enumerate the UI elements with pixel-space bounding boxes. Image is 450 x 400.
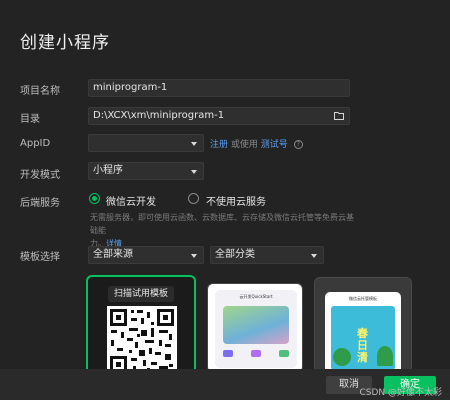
template-source-value: 全部来源 [93,249,133,260]
phone-mockup: 云开发QuickStart [215,290,297,368]
backend-description: 无需服务器，即可使用云函数、云数据库、云存储及微信云托管等免费云基础能 力。详情 [90,211,360,250]
qr-caption: 扫描试用模板 [108,286,174,302]
template-category-select[interactable]: 全部分类 [210,246,324,264]
dev-mode-label: 开发模式 [20,170,60,181]
project-name-label: 项目名称 [20,86,60,97]
radio-cloud-dev-label[interactable]: 微信云开发 [106,193,156,208]
appid-select[interactable] [88,134,204,152]
project-name-input[interactable]: miniprogram-1 [88,79,350,97]
backend-label: 后端服务 [20,198,60,209]
card3-title: 微信云托管模板 [349,296,377,301]
template-source-select[interactable]: 全部来源 [88,246,204,264]
dialog-title: 创建小程序 [20,33,110,53]
template-label: 模板选择 [20,252,60,263]
template-card-qr[interactable]: 扫描试用模板 [86,275,196,375]
card2-icon-a [223,350,233,357]
dev-mode-select[interactable]: 小程序 [88,162,204,180]
appid-label: AppID [20,138,51,149]
test-account-link[interactable]: 测试号 [261,140,288,150]
dev-mode-value: 小程序 [93,165,123,176]
chevron-down-icon [191,254,197,258]
card2-title: 云开发QuickStart [239,294,273,299]
radio-cloud-dev[interactable] [89,193,100,204]
radio-no-cloud-label[interactable]: 不使用云服务 [206,193,266,208]
radio-no-cloud[interactable] [188,193,199,204]
chevron-down-icon [311,254,317,258]
appid-or-text: 或使用 [230,140,258,150]
template-category-value: 全部分类 [215,249,255,260]
card3-banner-art: 春日清 [357,327,368,364]
directory-value: D:\XCX\xm\miniprogram-1 [93,110,225,121]
backend-desc-line1: 无需服务器，即可使用云函数、云数据库、云存储及微信云托管等免费云基础能 [90,213,354,235]
appid-hint: 注册 或使用 测试号 ? [210,137,303,150]
chevron-down-icon [191,142,197,146]
card3-leaf [333,348,351,366]
help-icon[interactable]: ? [293,140,303,149]
qr-code-icon [107,306,177,373]
template-card-cloudrun[interactable]: 微信云托管模板 春日清 [314,277,412,373]
directory-input[interactable]: D:\XCX\xm\miniprogram-1 [88,107,350,125]
card2-banner-image [223,306,289,344]
directory-label: 目录 [20,114,40,125]
chevron-down-icon [191,170,197,174]
watermark-text: CSDN @好像不太彩 [359,388,442,398]
card2-icon-c [279,350,289,357]
card3-banner-image: 春日清 [331,306,395,370]
phone-mockup-3: 微信云托管模板 春日清 [325,292,401,372]
folder-icon[interactable] [334,111,344,120]
card3-leaf-2 [377,346,393,366]
register-link[interactable]: 注册 [210,140,228,150]
card2-icon-b [251,350,261,357]
template-card-quickstart[interactable]: 云开发QuickStart [207,283,303,373]
